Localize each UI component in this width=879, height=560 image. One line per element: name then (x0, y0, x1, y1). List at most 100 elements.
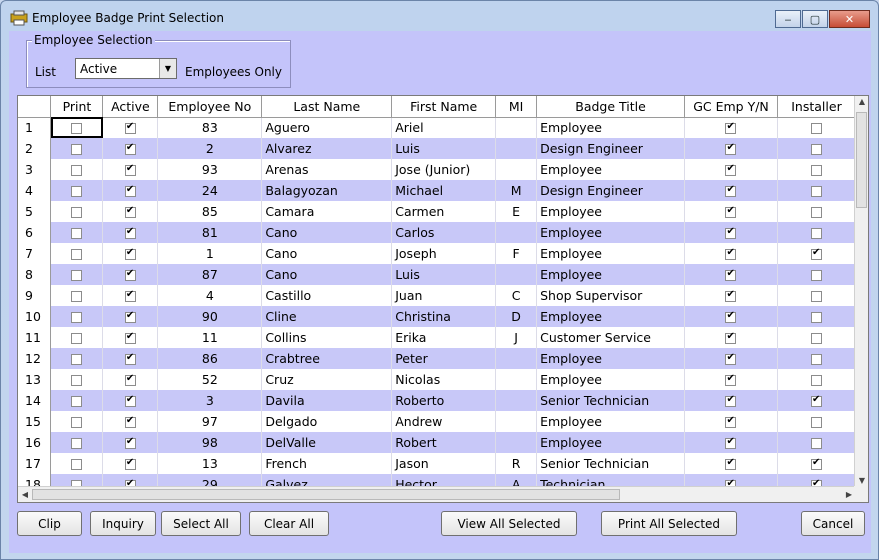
mi-cell[interactable]: C (495, 285, 538, 306)
first-name-cell[interactable]: Ariel (391, 117, 497, 138)
installer-checkbox[interactable] (810, 186, 822, 197)
last-name-cell[interactable]: Cline (261, 306, 393, 327)
vertical-scrollbar[interactable]: ▲ ▼ (854, 96, 868, 486)
installer-cell[interactable] (777, 432, 856, 453)
employee-no-cell[interactable]: 90 (157, 306, 263, 327)
installer-cell[interactable] (777, 222, 856, 243)
print-checkbox[interactable] (71, 459, 83, 470)
chevron-down-icon[interactable]: ▼ (159, 59, 176, 78)
gc-emp-cell[interactable] (684, 243, 778, 264)
scroll-down-icon[interactable]: ▼ (855, 476, 868, 485)
active-checkbox[interactable] (124, 373, 136, 386)
badge-title-cell[interactable]: Senior Technician (536, 390, 686, 411)
gc-emp-checkbox[interactable] (725, 121, 737, 135)
badge-title-cell[interactable]: Employee (536, 369, 686, 390)
gc-emp-checkbox[interactable] (725, 331, 737, 344)
badge-title-cell[interactable]: Employee (536, 201, 686, 222)
clip-button[interactable]: Clip (17, 511, 82, 536)
print-cell[interactable] (50, 369, 104, 390)
print-checkbox[interactable] (71, 417, 83, 428)
active-checkbox[interactable] (124, 247, 136, 260)
employee-no-cell[interactable]: 29 (157, 474, 263, 486)
print-header[interactable]: Print (50, 96, 104, 118)
active-checkbox[interactable] (124, 205, 136, 218)
table-row[interactable]: 18 29GalvezHectorATechnician (18, 474, 856, 486)
installer-checkbox[interactable] (810, 270, 822, 281)
horizontal-scroll-thumb[interactable] (32, 489, 620, 500)
first-name-cell[interactable]: Roberto (391, 390, 497, 411)
gc-emp-cell[interactable] (684, 453, 778, 474)
gc-emp-cell[interactable] (684, 474, 778, 486)
installer-checkbox[interactable] (810, 144, 822, 155)
employee-no-header[interactable]: Employee No (157, 96, 263, 118)
first-name-cell[interactable]: Nicolas (391, 369, 497, 390)
first-name-cell[interactable]: Carmen (391, 201, 497, 222)
gc-emp-checkbox[interactable] (725, 184, 737, 197)
last-name-cell[interactable]: Davila (261, 390, 393, 411)
installer-cell[interactable] (777, 243, 856, 264)
table-row[interactable]: 16 98DelValleRobert Employee (18, 432, 856, 453)
active-checkbox[interactable] (124, 310, 136, 323)
mi-cell[interactable]: F (495, 243, 538, 264)
print-cell[interactable] (50, 411, 104, 432)
gc-emp-checkbox[interactable] (725, 247, 737, 260)
print-checkbox[interactable] (71, 165, 83, 176)
gc-emp-checkbox[interactable] (725, 457, 737, 470)
mi-cell[interactable] (495, 369, 538, 390)
print-cell[interactable] (50, 285, 104, 306)
active-cell[interactable] (102, 180, 159, 201)
badge-title-cell[interactable]: Design Engineer (536, 138, 686, 159)
active-checkbox[interactable] (124, 352, 136, 365)
close-button[interactable]: ✕ (829, 10, 870, 28)
badge-title-cell[interactable]: Employee (536, 117, 686, 138)
last-name-cell[interactable]: Cano (261, 243, 393, 264)
table-row[interactable]: 4 24BalagyozanMichaelMDesign Engineer (18, 180, 856, 201)
table-row[interactable]: 15 97DelgadoAndrew Employee (18, 411, 856, 432)
active-cell[interactable] (102, 285, 159, 306)
first-name-cell[interactable]: Erika (391, 327, 497, 348)
clear-all-button[interactable]: Clear All (249, 511, 329, 536)
print-checkbox[interactable] (71, 228, 83, 239)
print-checkbox[interactable] (71, 312, 83, 323)
table-row[interactable]: 9 4CastilloJuanCShop Supervisor (18, 285, 856, 306)
active-checkbox[interactable] (124, 457, 136, 470)
installer-cell[interactable] (777, 306, 856, 327)
gc-emp-checkbox[interactable] (725, 226, 737, 239)
employee-no-cell[interactable]: 11 (157, 327, 263, 348)
installer-checkbox[interactable] (810, 291, 822, 302)
last-name-header[interactable]: Last Name (261, 96, 393, 118)
first-name-cell[interactable]: Jose (Junior) (391, 159, 497, 180)
active-checkbox[interactable] (124, 289, 136, 302)
installer-checkbox[interactable] (810, 247, 822, 260)
installer-checkbox[interactable] (810, 165, 822, 176)
gc-emp-checkbox[interactable] (725, 373, 737, 386)
print-checkbox[interactable] (71, 396, 83, 407)
active-cell[interactable] (102, 117, 159, 138)
first-name-cell[interactable]: Carlos (391, 222, 497, 243)
gc-emp-header[interactable]: GC Emp Y/N (684, 96, 778, 118)
print-cell[interactable] (50, 390, 104, 411)
last-name-cell[interactable]: French (261, 453, 393, 474)
mi-cell[interactable]: A (495, 474, 538, 486)
badge-title-cell[interactable]: Employee (536, 159, 686, 180)
corner-header[interactable] (18, 96, 52, 118)
active-checkbox[interactable] (124, 331, 136, 344)
print-all-selected-button[interactable]: Print All Selected (601, 511, 737, 536)
badge-title-cell[interactable]: Design Engineer (536, 180, 686, 201)
active-cell[interactable] (102, 138, 159, 159)
active-cell[interactable] (102, 432, 159, 453)
table-row[interactable]: 5 85CamaraCarmenEEmployee (18, 201, 856, 222)
last-name-cell[interactable]: Cano (261, 264, 393, 285)
installer-cell[interactable] (777, 201, 856, 222)
scroll-up-icon[interactable]: ▲ (855, 97, 868, 106)
print-cell[interactable] (50, 327, 104, 348)
installer-cell[interactable] (777, 117, 856, 138)
active-header[interactable]: Active (102, 96, 159, 118)
badge-title-cell[interactable]: Employee (536, 411, 686, 432)
installer-checkbox[interactable] (810, 228, 822, 239)
last-name-cell[interactable]: Balagyozan (261, 180, 393, 201)
vertical-scroll-thumb[interactable] (856, 112, 867, 208)
employee-no-cell[interactable]: 3 (157, 390, 263, 411)
active-checkbox[interactable] (124, 268, 136, 281)
active-cell[interactable] (102, 348, 159, 369)
